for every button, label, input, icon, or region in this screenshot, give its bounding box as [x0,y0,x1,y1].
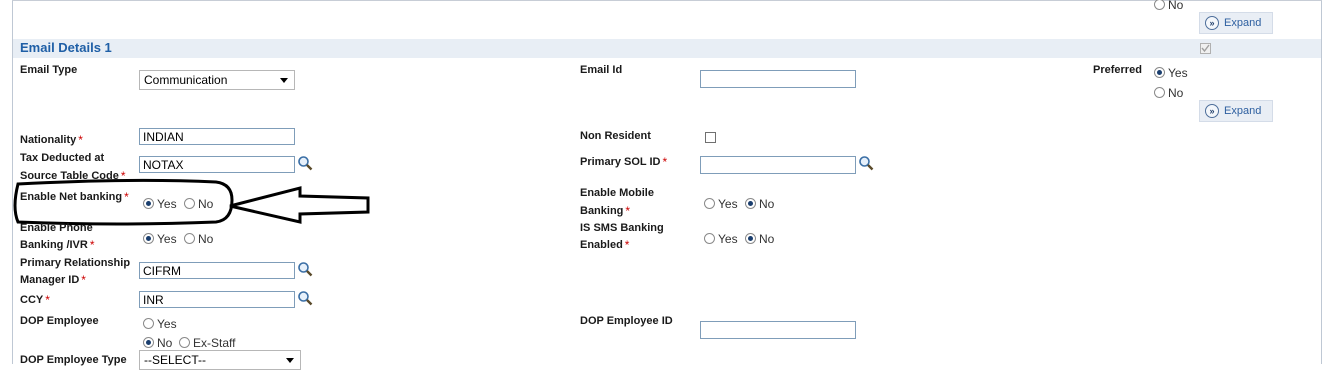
radio-label: Yes [157,231,177,246]
double-chevron-down-icon: » [1205,16,1219,30]
non-resident-checkbox[interactable] [705,132,716,143]
mobile-banking-no-option[interactable]: No [745,196,774,211]
search-icon[interactable] [297,155,313,171]
radio-label: No [1168,85,1184,100]
dop-employee-type-value: --SELECT-- [144,353,207,367]
required-mark: * [78,133,83,147]
search-icon[interactable] [297,261,313,277]
mobile-banking-label-line2: Banking * [580,202,630,220]
preferred-yes-option[interactable]: Yes [1154,65,1188,80]
radio-label: Yes [157,316,177,331]
required-mark: * [45,293,50,307]
phone-banking-no-option[interactable]: No [184,231,213,246]
nationality-input[interactable]: INDIAN [139,128,295,145]
sms-banking-label-line1: IS SMS Banking [580,222,664,234]
phone-banking-label-line2: Banking /IVR * [20,236,95,254]
radio-label: Yes [1168,65,1188,80]
email-type-select[interactable]: Communication [139,70,295,90]
dop-employee-type-label: DOP Employee Type [20,354,127,366]
expand-button-top[interactable]: » Expand [1199,12,1273,34]
rm-id-label-line1: Primary Relationship [20,257,131,269]
radio-icon[interactable] [704,233,715,245]
required-mark: * [625,204,631,218]
radio-selected-icon[interactable] [1154,67,1165,79]
email-type-label: Email Type [20,64,78,76]
rm-id-label-line2: Manager ID * [20,271,86,289]
sms-banking-yes-option[interactable]: Yes [704,231,738,246]
radio-selected-icon[interactable] [143,337,154,349]
tds-label-line1: Tax Deducted at [20,152,105,164]
radio-label: No [759,196,775,211]
radio-label: No [157,335,173,350]
frame-top-border [12,0,1322,1]
dop-employee-exstaff-option[interactable]: Ex-Staff [179,335,235,350]
dropdown-arrow-icon [280,78,288,83]
radio-icon[interactable] [704,198,715,210]
primary-sol-input[interactable] [700,156,856,174]
rm-id-label-text: Manager ID [20,274,80,286]
preferred-label: Preferred [1093,64,1142,76]
top-no-radio-option[interactable]: No [1154,0,1183,12]
preferred-no-option[interactable]: No [1154,85,1183,100]
non-resident-label: Non Resident [580,130,651,142]
rm-id-input[interactable]: CIFRM [139,262,295,279]
radio-label: No [759,231,775,246]
mobile-banking-yes-option[interactable]: Yes [704,196,738,211]
sms-banking-label-line2: Enabled * [580,236,629,254]
radio-label: No [198,231,214,246]
radio-label: Ex-Staff [193,335,236,350]
primary-sol-label: Primary SOL ID * [580,153,667,171]
radio-icon[interactable] [179,337,190,349]
dop-employee-label: DOP Employee [20,315,99,327]
email-id-input[interactable] [700,70,856,88]
expand-button[interactable]: » Expand [1199,100,1273,122]
frame-right-border [1321,0,1322,364]
sms-banking-label-text: Enabled [580,239,623,251]
radio-label: No [1168,0,1184,12]
radio-icon[interactable] [143,318,154,330]
ccy-label: CCY * [20,291,50,309]
radio-label: Yes [718,196,738,211]
primary-sol-label-text: Primary SOL ID [580,156,661,168]
required-mark: * [624,238,630,252]
mobile-banking-label-line1: Enable Mobile [580,187,654,199]
section-header-bar [13,39,1321,58]
email-id-label: Email Id [580,64,623,76]
email-type-value: Communication [144,73,228,87]
dropdown-arrow-icon [286,358,294,363]
search-icon[interactable] [858,155,874,171]
double-chevron-down-icon: » [1205,104,1219,118]
ccy-label-text: CCY [20,294,44,306]
nationality-label-text: Nationality [20,134,77,146]
required-mark: * [89,238,95,252]
sms-banking-no-option[interactable]: No [745,231,774,246]
radio-icon[interactable] [184,233,195,245]
radio-selected-icon[interactable] [143,233,154,245]
dop-employee-id-label: DOP Employee ID [580,315,673,327]
tds-input[interactable]: NOTAX [139,156,295,173]
section-checkbox[interactable] [1200,43,1211,54]
section-title: Email Details 1 [20,40,112,55]
expand-label: Expand [1224,17,1262,29]
phone-banking-label-text: Banking /IVR [20,239,88,251]
phone-banking-yes-option[interactable]: Yes [143,231,177,246]
required-mark: * [662,155,668,169]
expand-label: Expand [1224,105,1262,117]
radio-label: Yes [718,231,738,246]
radio-icon[interactable] [1154,0,1165,11]
nationality-label: Nationality * [20,131,83,149]
radio-selected-icon[interactable] [745,198,756,210]
required-mark: * [81,273,86,287]
search-icon[interactable] [297,290,313,306]
dop-employee-yes-option[interactable]: Yes [143,316,177,331]
radio-icon[interactable] [1154,87,1165,99]
dop-employee-id-input[interactable] [700,321,856,339]
ccy-input[interactable]: INR [139,291,295,308]
phone-banking-label-line1: Enable Phone [20,222,93,234]
dop-employee-no-option[interactable]: No [143,335,172,350]
check-icon [1201,44,1210,53]
mobile-banking-label-text: Banking [580,205,624,217]
radio-selected-icon[interactable] [745,233,756,245]
dop-employee-type-select[interactable]: --SELECT-- [139,350,301,370]
